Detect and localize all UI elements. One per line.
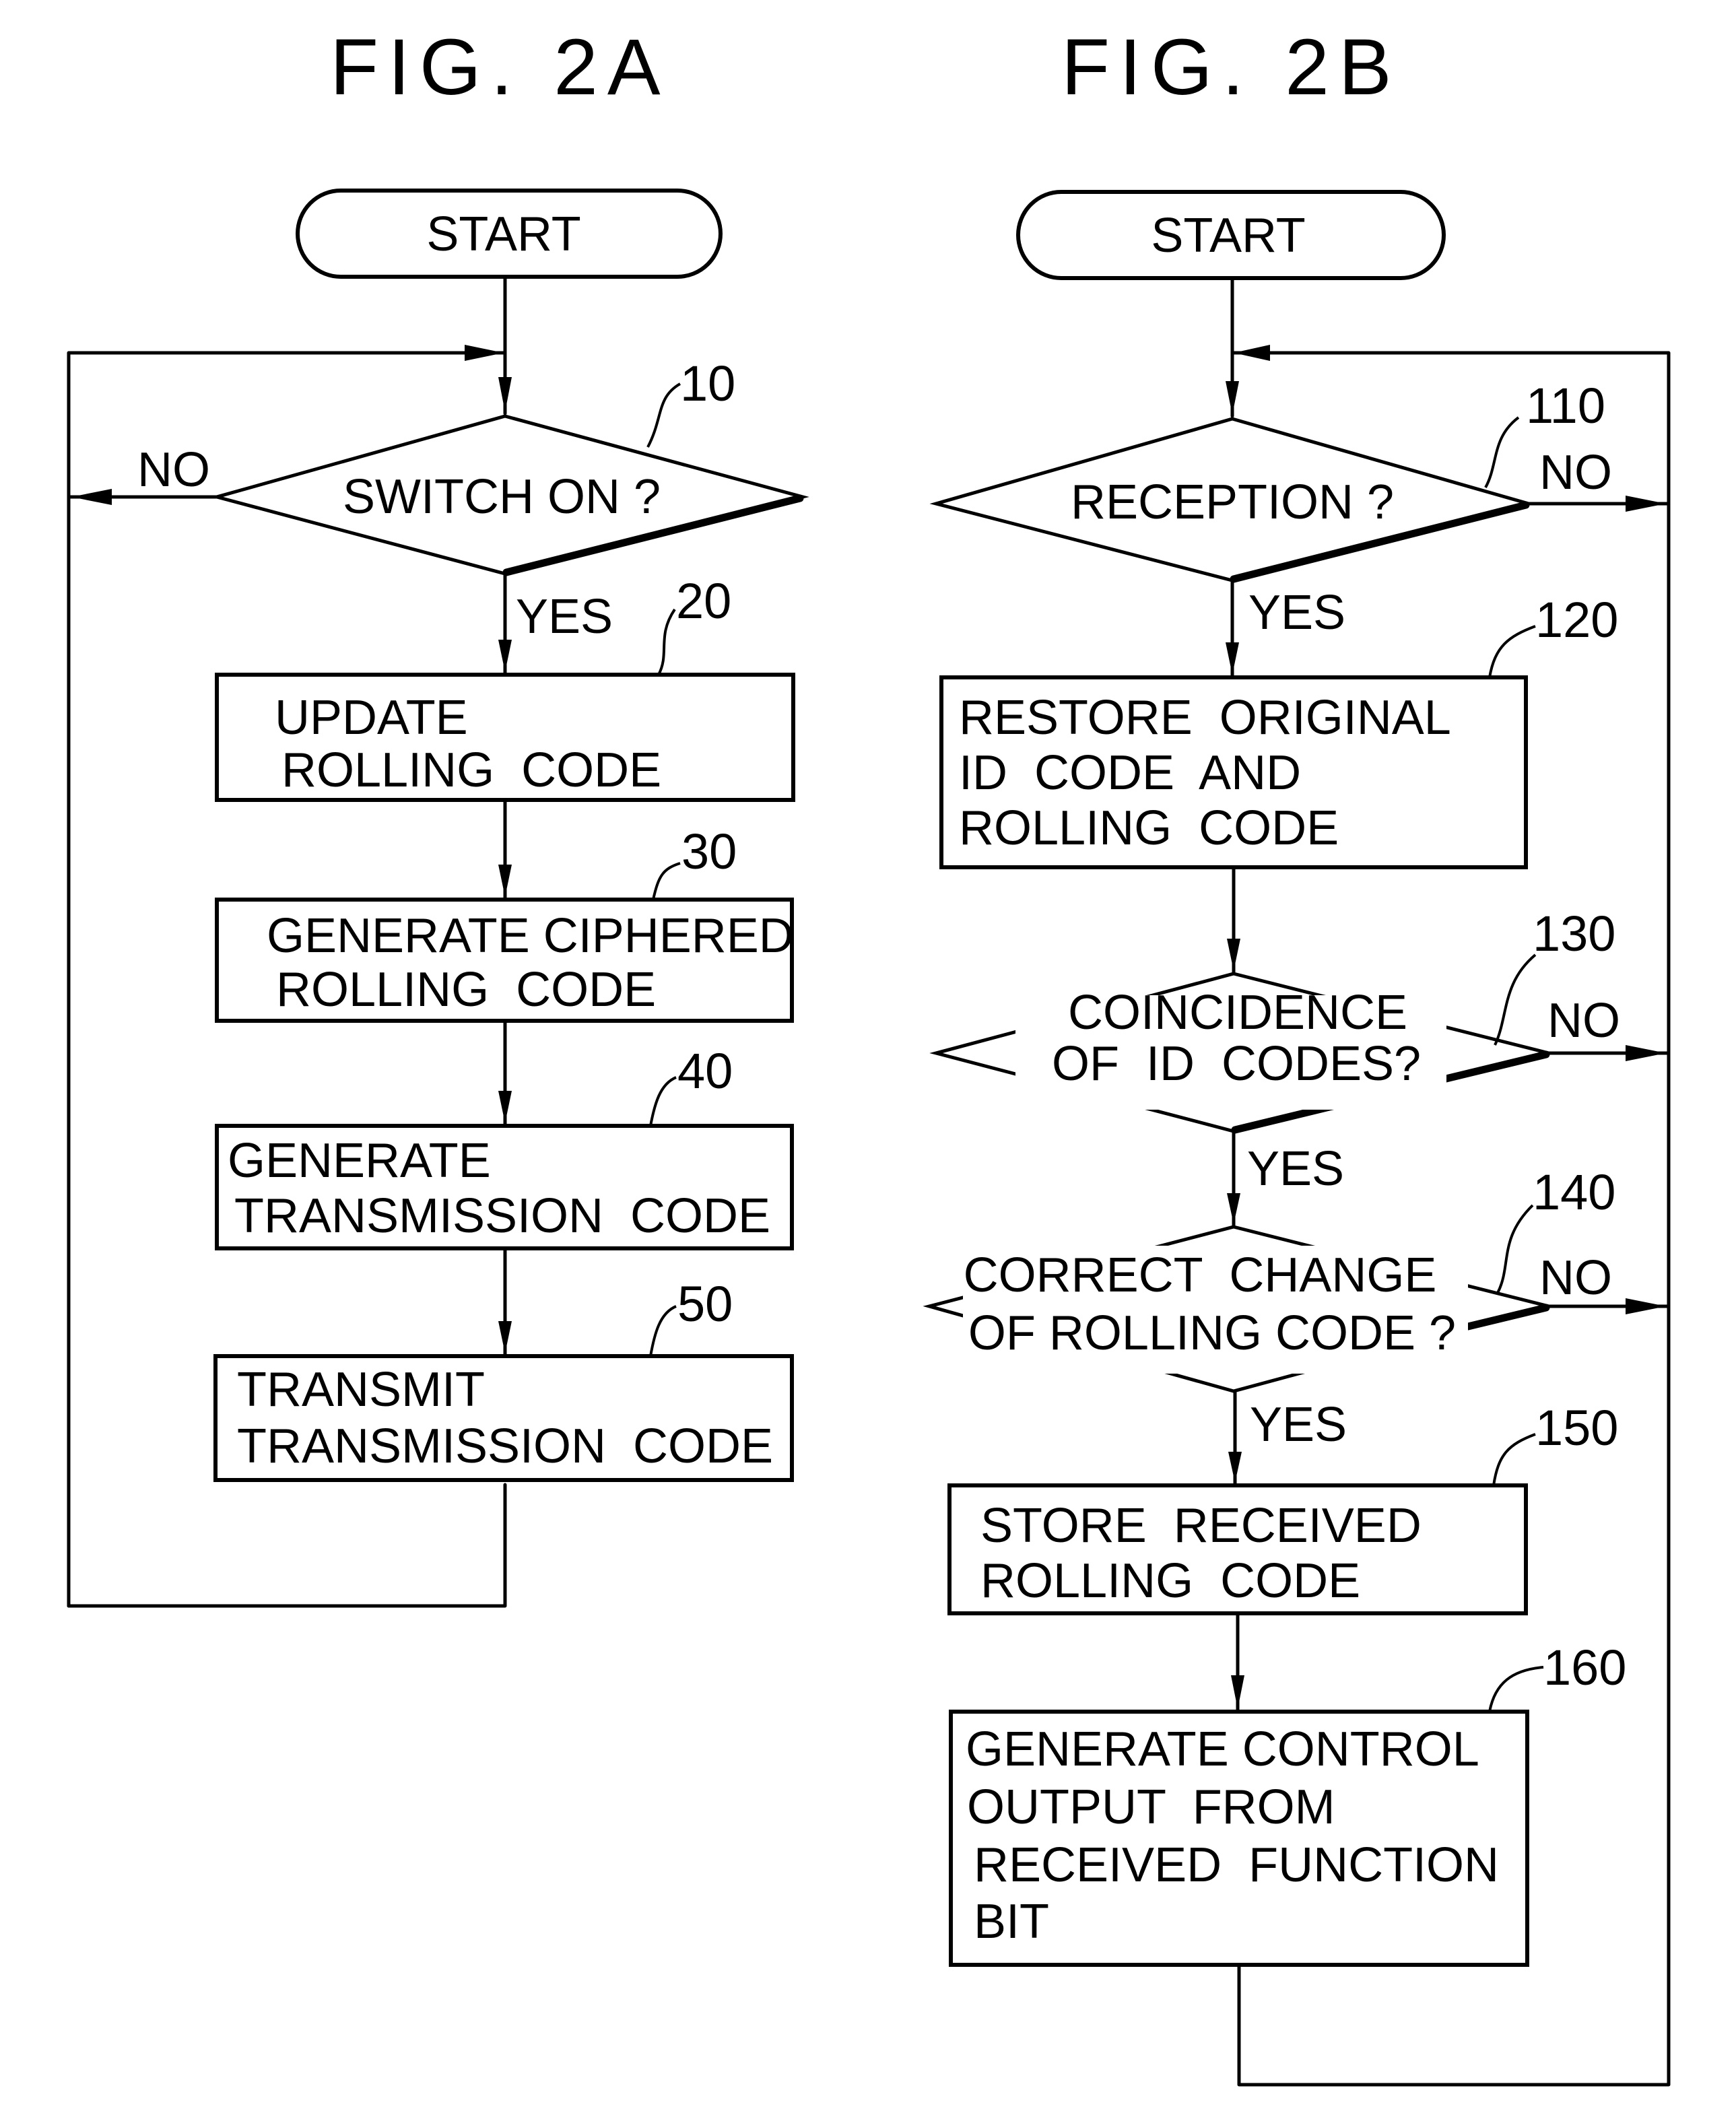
fig-2b-title: FIG. 2B [1061,23,1401,112]
decision-text: RECEPTION ? [1071,475,1394,529]
decision-text-line: COINCIDENCE [1068,986,1407,1040]
decision-text: SWITCH ON ? [343,470,661,524]
fig-2a-start-terminal: START [296,189,723,279]
arrow-head [71,489,112,505]
decision-text-line: OF ID CODES? [1052,1037,1421,1091]
yes-label: YES [1250,1398,1347,1452]
arrow-head [498,1321,512,1353]
yes-label: YES [1247,1142,1344,1196]
process-text-line: OUTPUT FROM [967,1780,1335,1834]
process-text-line: ROLLING CODE [281,743,661,797]
process-text-line: TRANSMISSION CODE [234,1189,770,1243]
start-label: START [1151,209,1305,263]
process-text-line: STORE RECEIVED [980,1499,1422,1553]
decision-text-line: CORRECT CHANGE [964,1248,1437,1302]
ref-number: 40 [677,1043,733,1099]
loop-return-connector [67,1483,507,1608]
ref-number: 10 [680,356,735,411]
arrow-head [1227,1193,1240,1224]
ref-leader [1488,625,1536,678]
arrow-head [498,865,512,897]
arrow-head [1626,496,1666,512]
process-text-line: RECEIVED FUNCTION [974,1838,1499,1892]
process-text-line: GENERATE CONTROL [966,1722,1479,1776]
arrow-head [1234,345,1270,361]
process-text-line: ROLLING CODE [959,801,1339,855]
process-text-line: ROLLING CODE [276,963,656,1017]
ref-leader [1484,416,1520,488]
ref-number: 30 [681,824,737,879]
ref-leader [657,608,676,675]
process-text-line: GENERATE [228,1134,491,1188]
no-label: NO [1539,1251,1612,1305]
process-text-line: TRANSMISSION CODE [237,1419,773,1473]
arrow-head [1228,1452,1242,1483]
process-text-line: BIT [974,1895,1049,1949]
arrow-head [498,1091,512,1123]
process-text-line: ID CODE AND [959,746,1301,800]
arrow-head [1226,381,1239,415]
ref-leader [649,1305,677,1357]
process-160: GENERATE CONTROL OUTPUT FROM RECEIVED FU… [949,1640,1626,1967]
ref-number: 150 [1535,1400,1618,1456]
ref-number: 160 [1543,1640,1626,1695]
no-label: NO [1539,446,1612,500]
no-label: NO [1547,994,1620,1048]
arrow-head [1226,642,1239,675]
arrow-head [498,640,512,672]
ref-leader [1496,1204,1534,1293]
flowchart-canvas: FIG. 2A START SWITCH ON ? 10 NO YES UPDA… [67,23,1671,2087]
fig-2b-start-terminal: START [1016,190,1446,280]
ref-leader [649,1076,677,1127]
no-label: NO [137,443,210,497]
process-text-line: RESTORE ORIGINAL [959,691,1451,745]
arrow-head [1227,939,1240,971]
decision-text-line: OF ROLLING CODE ? [968,1306,1456,1360]
fig-2b: FIG. 2B START RECEPTION ? 110 NO YES RES… [923,23,1671,2087]
ref-number: 130 [1533,906,1615,962]
arrow-head [498,377,512,412]
start-label: START [426,207,580,261]
yes-label: YES [516,590,613,644]
ref-number: 120 [1535,592,1618,648]
ref-number: 140 [1533,1164,1615,1220]
process-text-line: GENERATE CIPHERED [267,909,794,963]
ref-leader [1492,1433,1536,1486]
process-text-line: ROLLING CODE [980,1554,1360,1608]
ref-leader [1494,953,1537,1046]
fig-2a: FIG. 2A START SWITCH ON ? 10 NO YES UPDA… [67,23,809,1608]
arrow-head [1626,1045,1666,1061]
ref-number: 110 [1526,378,1605,434]
arrow-head [1231,1675,1244,1709]
ref-leader [646,382,681,448]
yes-label: YES [1248,586,1345,640]
fig-2a-title: FIG. 2A [330,23,670,112]
ref-leader [652,862,681,900]
process-text-line: TRANSMIT [237,1363,485,1417]
ref-number: 20 [676,573,731,629]
ref-leader [1488,1666,1544,1712]
arrow-head [465,345,504,361]
process-text-line: UPDATE [275,691,468,745]
ref-number: 50 [677,1276,733,1332]
arrow-head [1626,1298,1666,1314]
